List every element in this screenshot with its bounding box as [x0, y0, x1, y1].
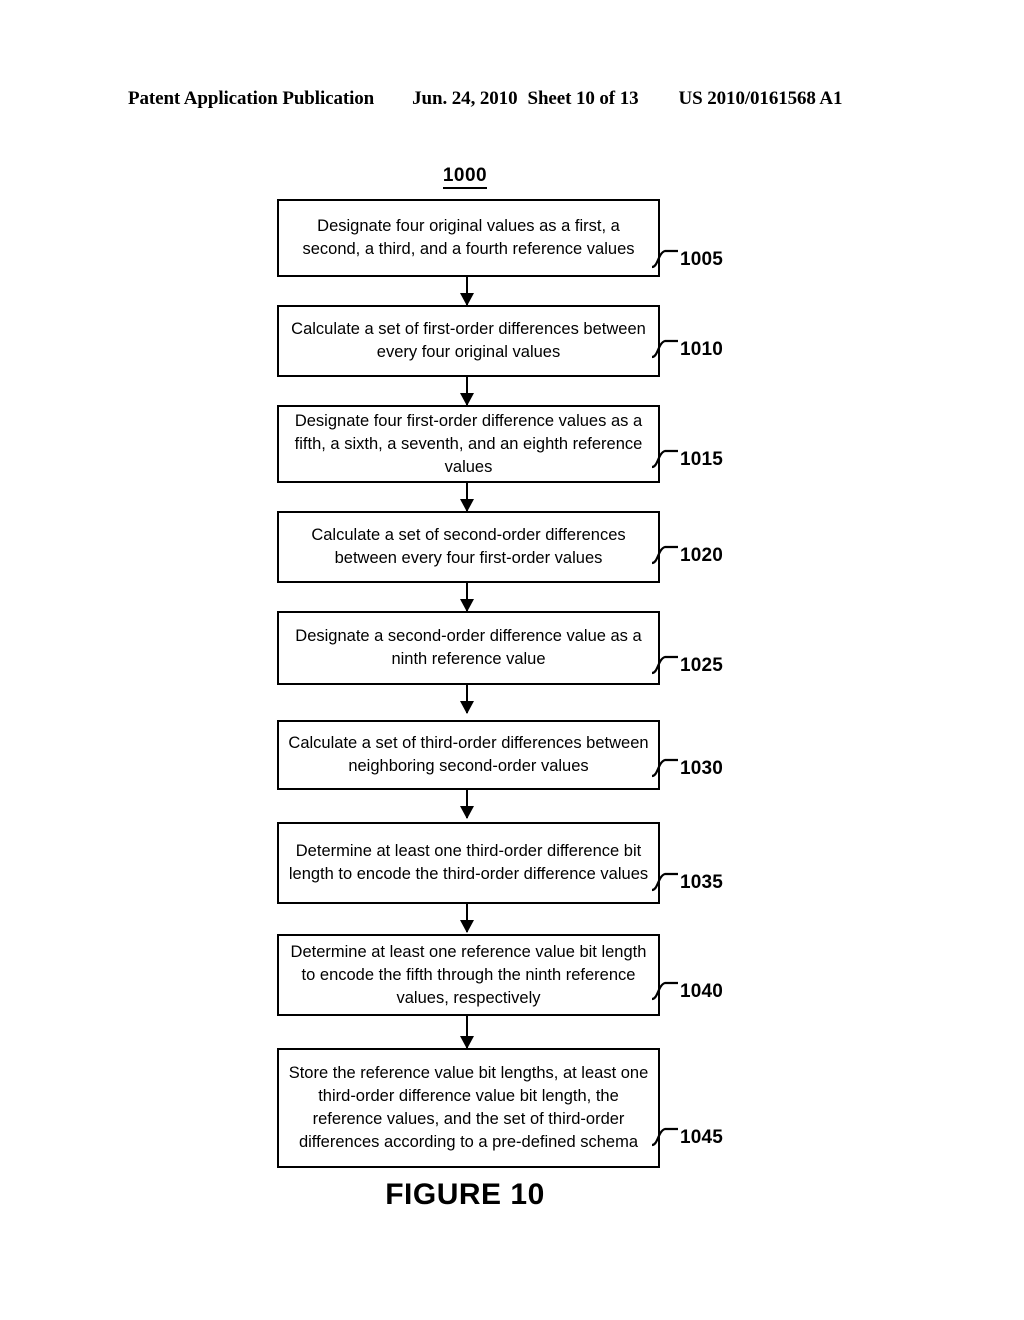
process-box-1025-text: Designate a second-order difference valu… [295, 627, 642, 668]
reference-label-1005: 1005 [652, 249, 724, 271]
process-box-1020: Calculate a set of second-order differen… [277, 511, 660, 583]
leader-line-icon [652, 758, 678, 778]
process-box-1035-text: Determine at least one third-order diffe… [288, 842, 649, 883]
reference-label-1005-value: 1005 [680, 249, 724, 270]
process-box-1030-text: Calculate a set of third-order differenc… [288, 734, 649, 775]
process-box-1005-text: Designate four original values as a firs… [302, 217, 635, 258]
reference-label-1035-value: 1035 [680, 872, 724, 893]
connector-1010-1015 [460, 377, 474, 406]
reference-label-1030-value: 1030 [680, 758, 724, 779]
connector-1040-1045 [460, 1016, 474, 1049]
process-box-1020-text: Calculate a set of second-order differen… [311, 526, 626, 567]
reference-label-1015-value: 1015 [680, 449, 724, 470]
reference-label-1040: 1040 [652, 981, 724, 1003]
leader-line-icon [652, 655, 678, 675]
process-box-1045-text: Store the reference value bit lengths, a… [288, 1064, 649, 1151]
reference-label-1045: 1045 [652, 1127, 724, 1149]
process-box-1035: Determine at least one third-order diffe… [277, 822, 660, 904]
leader-line-icon [652, 872, 678, 892]
process-box-1005: Designate four original values as a firs… [277, 199, 660, 277]
reference-label-1035: 1035 [652, 872, 724, 894]
leader-line-icon [652, 545, 678, 565]
reference-label-1020-value: 1020 [680, 545, 724, 566]
reference-label-1030: 1030 [652, 758, 724, 780]
connector-1030-1035 [460, 790, 474, 819]
leader-line-icon [652, 339, 678, 359]
reference-label-1010: 1010 [652, 339, 724, 361]
process-box-1040: Determine at least one reference value b… [277, 934, 660, 1016]
figure-id-label: 1000 [0, 165, 930, 189]
process-box-1010-text: Calculate a set of first-order differenc… [291, 320, 646, 361]
process-box-1030: Calculate a set of third-order differenc… [277, 720, 660, 790]
process-box-1010: Calculate a set of first-order differenc… [277, 305, 660, 377]
reference-label-1045-value: 1045 [680, 1127, 724, 1148]
leader-line-icon [652, 1127, 678, 1147]
reference-label-1010-value: 1010 [680, 339, 724, 360]
reference-label-1015: 1015 [652, 449, 724, 471]
reference-label-1020: 1020 [652, 545, 724, 567]
leader-line-icon [652, 249, 678, 269]
process-box-1040-text: Determine at least one reference value b… [290, 942, 647, 1007]
figure-id-value: 1000 [442, 165, 488, 189]
figure-caption: FIGURE 10 [385, 1178, 545, 1211]
process-box-1045: Store the reference value bit lengths, a… [277, 1048, 660, 1168]
connector-1025-1030 [460, 685, 474, 714]
reference-label-1025-value: 1025 [680, 655, 724, 676]
reference-label-1025: 1025 [652, 655, 724, 677]
flowchart-figure: 1000 Designate four original values as a… [0, 0, 1024, 1320]
connector-1020-1025 [460, 583, 474, 612]
process-box-1025: Designate a second-order difference valu… [277, 611, 660, 685]
leader-line-icon [652, 449, 678, 469]
process-box-1015: Designate four first-order difference va… [277, 405, 660, 483]
connector-1015-1020 [460, 483, 474, 512]
leader-line-icon [652, 981, 678, 1001]
reference-label-1040-value: 1040 [680, 981, 724, 1002]
process-box-1015-text: Designate four first-order difference va… [294, 411, 643, 476]
connector-1035-1040 [460, 904, 474, 933]
connector-1005-1010 [460, 277, 474, 306]
